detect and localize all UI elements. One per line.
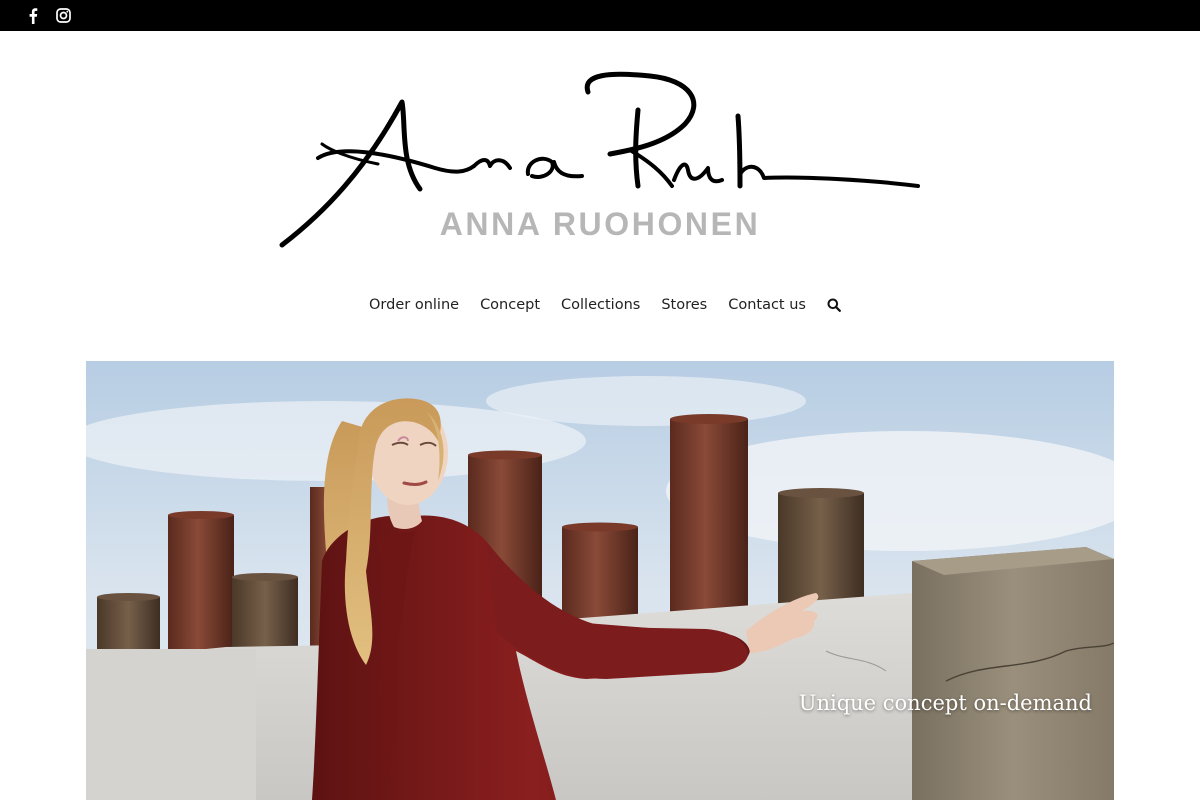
top-bar: [0, 0, 1200, 31]
instagram-icon: [55, 8, 71, 23]
instagram-link[interactable]: [52, 0, 74, 31]
hero-photo: [86, 361, 1114, 800]
nav-item-order-online[interactable]: Order online: [369, 297, 459, 313]
nav-item-collections[interactable]: Collections: [561, 297, 640, 313]
hero-banner[interactable]: Unique concept on-demand: [86, 361, 1114, 800]
facebook-icon: [28, 7, 38, 24]
hero-tagline: Unique concept on-demand: [798, 691, 1092, 715]
site-logo[interactable]: ANNA RUOHONEN: [270, 62, 930, 262]
nav-item-contact-us[interactable]: Contact us: [728, 297, 806, 313]
nav-item-concept[interactable]: Concept: [480, 297, 540, 313]
main-nav: Order online Concept Collections Stores …: [0, 292, 1200, 318]
brand-wordmark: ANNA RUOHONEN: [439, 206, 761, 242]
facebook-link[interactable]: [22, 0, 44, 31]
search-icon[interactable]: [827, 298, 842, 312]
nav-item-stores[interactable]: Stores: [661, 297, 707, 313]
